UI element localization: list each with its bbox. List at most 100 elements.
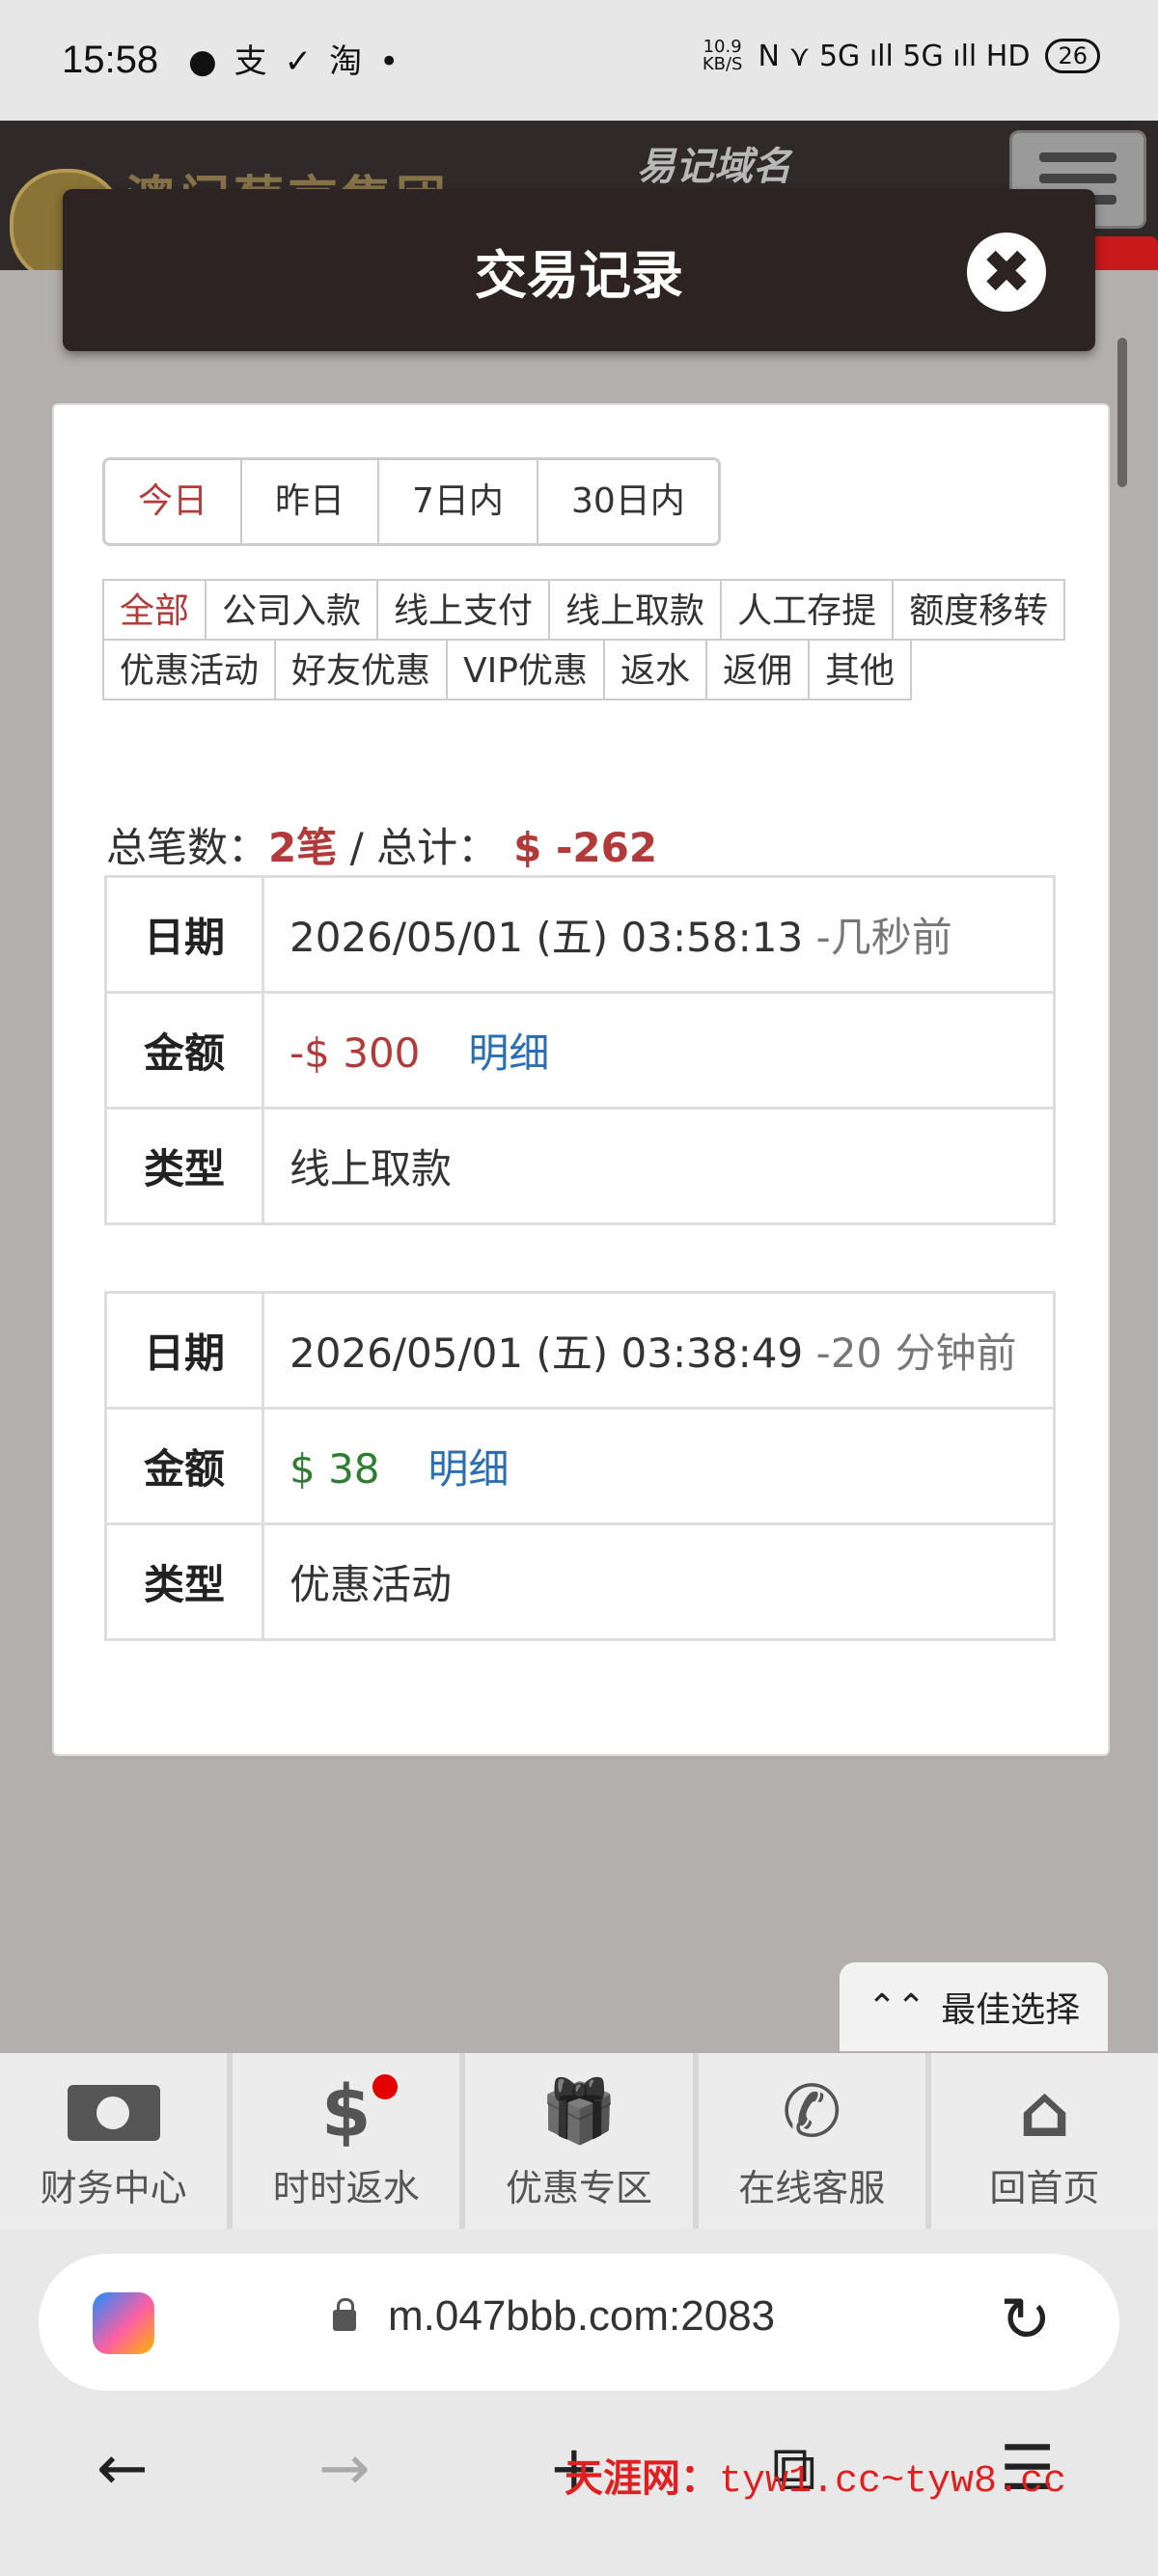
home-icon: ⌂ (1018, 2069, 1070, 2153)
category-transfer[interactable]: 额度移转 (892, 579, 1066, 641)
nav-label: 财务中心 (40, 2166, 187, 2209)
amount-label: 金额 (104, 991, 264, 1110)
record-row-type: 类型 优惠活动 (104, 1522, 1056, 1641)
domain-note: 易记域名 (637, 145, 791, 189)
tab-yesterday[interactable]: 昨日 (242, 460, 380, 543)
modal-header: 交易记录 (63, 189, 1095, 351)
address-bar[interactable]: m.047bbb.com:2083 ↻ (39, 2254, 1119, 2391)
type-value: 优惠活动 (262, 1522, 1056, 1641)
double-chevron-up-icon: ⌃⌃ (867, 1987, 926, 2027)
status-bar: 15:58 ● 支 ✓ 淘 • 10.9 KB/S N ⋎ 5G ıll 5G … (0, 0, 1158, 121)
amount-cell: $ 38 明细 (262, 1407, 1056, 1525)
amount-value: $ 38 (290, 1445, 380, 1493)
relative-time: -20 分钟前 (815, 1329, 1017, 1377)
lock-icon (333, 2298, 356, 2331)
category-friend-bonus[interactable]: 好友优惠 (274, 639, 449, 700)
category-vip[interactable]: VIP优惠 (446, 639, 605, 700)
menu-bar-icon (1039, 174, 1117, 183)
forward-arrow-icon[interactable]: → (318, 2433, 371, 2505)
nav-finance-center[interactable]: 财务中心 (0, 2053, 234, 2229)
date-label: 日期 (104, 1291, 264, 1410)
type-value: 线上取款 (262, 1107, 1056, 1225)
taobao-notification-icon: 淘 (329, 42, 363, 81)
scrollbar-thumb[interactable] (1117, 338, 1127, 487)
category-manual[interactable]: 人工存提 (720, 579, 895, 641)
record-row-amount: 金额 $ 38 明细 (104, 1407, 1056, 1525)
more-notifications-icon: • (379, 42, 400, 81)
category-online-payment[interactable]: 线上支付 (376, 579, 551, 641)
nav-label: 时时返水 (272, 2166, 420, 2209)
date-label: 日期 (104, 875, 264, 994)
category-other[interactable]: 其他 (808, 639, 913, 700)
count-label: 总笔数： (106, 824, 269, 871)
nav-label: 优惠专区 (506, 2166, 653, 2209)
notification-badge (372, 2074, 399, 2099)
status-right: 10.9 KB/S N ⋎ 5G ıll 5G ıll HD 26 (703, 39, 1100, 73)
date-cell: 2026/05/01 (五) 03:38:49 -20 分钟前 (262, 1291, 1056, 1410)
period-tabs: 今日 昨日 7日内 30日内 (102, 457, 721, 546)
menu-bar-icon (1039, 152, 1117, 162)
record-row-date: 日期 2026/05/01 (五) 03:58:13 -几秒前 (104, 875, 1056, 994)
watermark: 天涯网：tyw1.cc~tyw8.cc (565, 2447, 1066, 2504)
category-online-withdrawal[interactable]: 线上取款 (548, 579, 723, 641)
transaction-card: 今日 昨日 7日内 30日内 全部 公司入款 线上支付 线上取款 人工存提 额度… (52, 403, 1110, 1756)
record-row-amount: 金额 -$ 300 明细 (104, 991, 1056, 1110)
record-row-type: 类型 线上取款 (104, 1107, 1056, 1225)
check-notification-icon: ✓ (284, 42, 313, 81)
amount-cell: -$ 300 明细 (262, 991, 1056, 1110)
alipay-notification-icon: 支 (234, 42, 267, 81)
transaction-record: 日期 2026/05/01 (五) 03:38:49 -20 分钟前 金额 $ … (104, 1291, 1056, 1641)
tab-7-days[interactable]: 7日内 (379, 460, 538, 543)
gift-icon: 🎁 (540, 2075, 618, 2148)
nav-promotions[interactable]: 🎁 优惠专区 (465, 2053, 699, 2229)
nav-label: 在线客服 (738, 2166, 886, 2209)
detail-link[interactable]: 明细 (468, 1029, 549, 1077)
date-value: 2026/05/01 (五) 03:38:49 (290, 1329, 804, 1377)
nav-home[interactable]: ⌂ 回首页 (931, 2053, 1158, 2229)
total-label: 总计： (376, 824, 499, 871)
total-value: $ -262 (513, 824, 658, 871)
transaction-record: 日期 2026/05/01 (五) 03:58:13 -几秒前 金额 -$ 30… (104, 875, 1056, 1225)
copilot-icon[interactable] (93, 2292, 154, 2354)
date-cell: 2026/05/01 (五) 03:58:13 -几秒前 (262, 875, 1056, 994)
category-commission[interactable]: 返佣 (705, 639, 811, 700)
tab-today[interactable]: 今日 (105, 460, 243, 543)
status-time: 15:58 (62, 39, 159, 81)
amount-label: 金额 (104, 1407, 264, 1525)
category-promotion[interactable]: 优惠活动 (102, 639, 277, 700)
nav-customer-service[interactable]: ✆ 在线客服 (699, 2053, 931, 2229)
dollar-icon: $ (321, 2069, 372, 2153)
browser-bar: m.047bbb.com:2083 ↻ ← → + ⧉ ☰ 天涯网：tyw1.c… (0, 2229, 1158, 2576)
transaction-summary: 总笔数：2笔 / 总计： $ -262 (106, 815, 657, 874)
date-value: 2026/05/01 (五) 03:58:13 (290, 914, 804, 961)
back-arrow-icon[interactable]: ← (96, 2433, 149, 2505)
best-choice-label: 最佳选择 (941, 1990, 1081, 2030)
notification-icons: ● 支 ✓ 淘 • (188, 42, 399, 81)
reload-icon[interactable]: ↻ (1000, 2285, 1052, 2356)
bottom-nav: 财务中心 $ 时时返水 🎁 优惠专区 ✆ 在线客服 ⌂ 回首页 (0, 2053, 1158, 2229)
category-company-deposit[interactable]: 公司入款 (205, 579, 379, 641)
watermark-text: 天涯网： (565, 2456, 719, 2501)
category-all[interactable]: 全部 (102, 579, 207, 641)
category-rebate[interactable]: 返水 (603, 639, 708, 700)
net-speed: 10.9 KB/S (703, 39, 743, 73)
record-row-date: 日期 2026/05/01 (五) 03:38:49 -20 分钟前 (104, 1291, 1056, 1410)
money-icon (67, 2084, 160, 2141)
type-label: 类型 (104, 1522, 264, 1641)
signal-icons: N ⋎ 5G ıll 5G ıll HD (758, 39, 1031, 73)
whatsapp-icon: ✆ (782, 2069, 842, 2153)
close-icon[interactable]: ✖ (967, 233, 1046, 312)
nav-label: 回首页 (989, 2166, 1100, 2209)
tab-30-days[interactable]: 30日内 (538, 460, 718, 543)
nav-instant-rebate[interactable]: $ 时时返水 (233, 2053, 466, 2229)
modal-title: 交易记录 (475, 244, 683, 306)
detail-link[interactable]: 明细 (428, 1445, 510, 1493)
battery-icon: 26 (1045, 39, 1100, 73)
relative-time: -几秒前 (815, 914, 952, 961)
best-choice-button[interactable]: ⌃⌃ 最佳选择 (840, 1962, 1108, 2051)
summary-separator: / (337, 824, 377, 871)
type-label: 类型 (104, 1107, 264, 1225)
url-text[interactable]: m.047bbb.com:2083 (388, 2292, 775, 2341)
watermark-url: tyw1.cc~tyw8.cc (719, 2460, 1067, 2504)
count-value: 2笔 (268, 824, 338, 871)
